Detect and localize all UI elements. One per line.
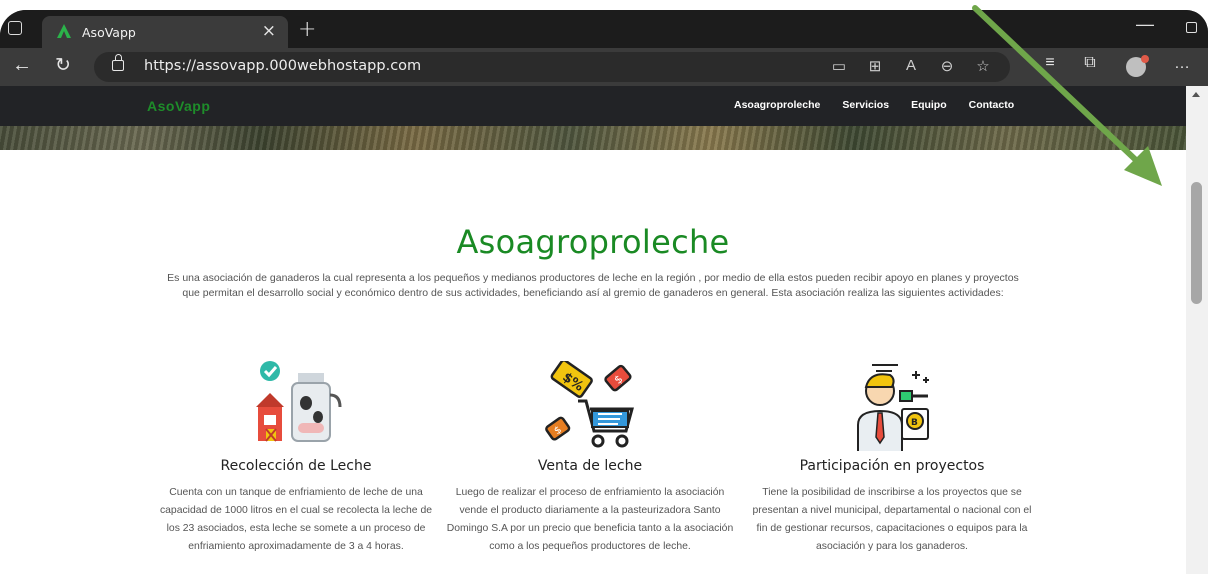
menu-item-servicios[interactable]: Servicios (842, 99, 889, 111)
feature-text: Luego de realizar el proceso de enfriami… (446, 487, 734, 552)
site-menu: Asoagroproleche Servicios Equipo Contact… (734, 99, 1014, 111)
tab-asovapp[interactable]: AsoVapp × (42, 16, 288, 48)
minimize-icon[interactable]: — (1136, 14, 1154, 35)
screencast-icon[interactable]: ▭ (830, 57, 848, 75)
favorites-icon[interactable]: ≡ (1030, 54, 1070, 72)
scroll-thumb[interactable] (1191, 182, 1202, 304)
read-aloud-icon[interactable]: A (902, 57, 920, 75)
address-bar[interactable]: https://assovapp.000webhostapp.com ▭ ⊞ A… (94, 52, 1010, 82)
investor-icon: B (857, 364, 929, 451)
address-bar-actions: ▭ ⊞ A ⊖ ☆ (830, 57, 992, 75)
tab-title: AsoVapp (82, 25, 136, 40)
section-intro: Es una asociación de ganaderos la cual r… (167, 272, 1019, 299)
tab-close-icon[interactable]: × (262, 21, 276, 41)
tab-actions-icon[interactable] (8, 21, 22, 35)
feature-title: Participación en proyectos (799, 458, 985, 474)
maximize-icon[interactable] (1186, 22, 1197, 33)
tab-strip: AsoVapp × + — (0, 10, 1208, 48)
menu-item-asoagroproleche[interactable]: Asoagroproleche (734, 99, 820, 111)
more-icon[interactable]: … (1174, 55, 1190, 73)
svg-text:B: B (911, 418, 918, 428)
milk-farm-icon (256, 361, 342, 442)
lock-icon[interactable] (112, 54, 124, 71)
browser-toolbar: ← ↻ https://assovapp.000webhostapp.com ▭… (0, 48, 1208, 86)
browser-window: AsoVapp × + — ← ↻ https://assovapp.000we… (0, 10, 1208, 574)
zoom-icon[interactable]: ⊖ (938, 57, 956, 75)
feature-title: Recolección de Leche (220, 458, 372, 474)
page-viewport: AsoVapp Asoagroproleche Servicios Equipo… (0, 86, 1208, 574)
asovapp-favicon-icon (57, 24, 71, 38)
hero-image (0, 126, 1186, 150)
scroll-up-icon[interactable] (1192, 92, 1200, 97)
menu-item-contacto[interactable]: Contacto (969, 99, 1015, 111)
feature-text: Cuenta con un tanque de enfriamiento de … (159, 487, 433, 552)
feature-venta: $% $ $ Venta de leche Luego de realizar … (440, 361, 740, 556)
toolbar-actions: ≡ ⧉ (1030, 54, 1110, 72)
collections-icon[interactable]: ⧉ (1070, 54, 1110, 72)
apps-icon[interactable]: ⊞ (866, 57, 884, 75)
menu-item-equipo[interactable]: Equipo (911, 99, 947, 111)
site-navbar: AsoVapp Asoagroproleche Servicios Equipo… (0, 86, 1186, 126)
site-brand[interactable]: AsoVapp (147, 98, 210, 114)
feature-title: Venta de leche (537, 458, 643, 474)
reload-icon[interactable]: ↻ (55, 54, 71, 77)
shopping-cart-icon: $% $ $ (545, 361, 634, 448)
feature-proyectos: B Participación en proyectos Tiene la po… (742, 361, 1042, 556)
new-tab-button[interactable]: + (298, 17, 316, 42)
profile-icon[interactable] (1126, 55, 1149, 77)
vertical-scrollbar[interactable] (1186, 86, 1208, 574)
section-title: Asoagroproleche (456, 223, 730, 261)
feature-text: Tiene la posibilidad de inscribirse a lo… (752, 487, 1032, 552)
feature-recoleccion: Recolección de Leche Cuenta con un tanqu… (146, 361, 446, 556)
url-text[interactable]: https://assovapp.000webhostapp.com (144, 58, 421, 74)
favorite-add-icon[interactable]: ☆ (974, 57, 992, 75)
back-icon[interactable]: ← (12, 54, 32, 77)
